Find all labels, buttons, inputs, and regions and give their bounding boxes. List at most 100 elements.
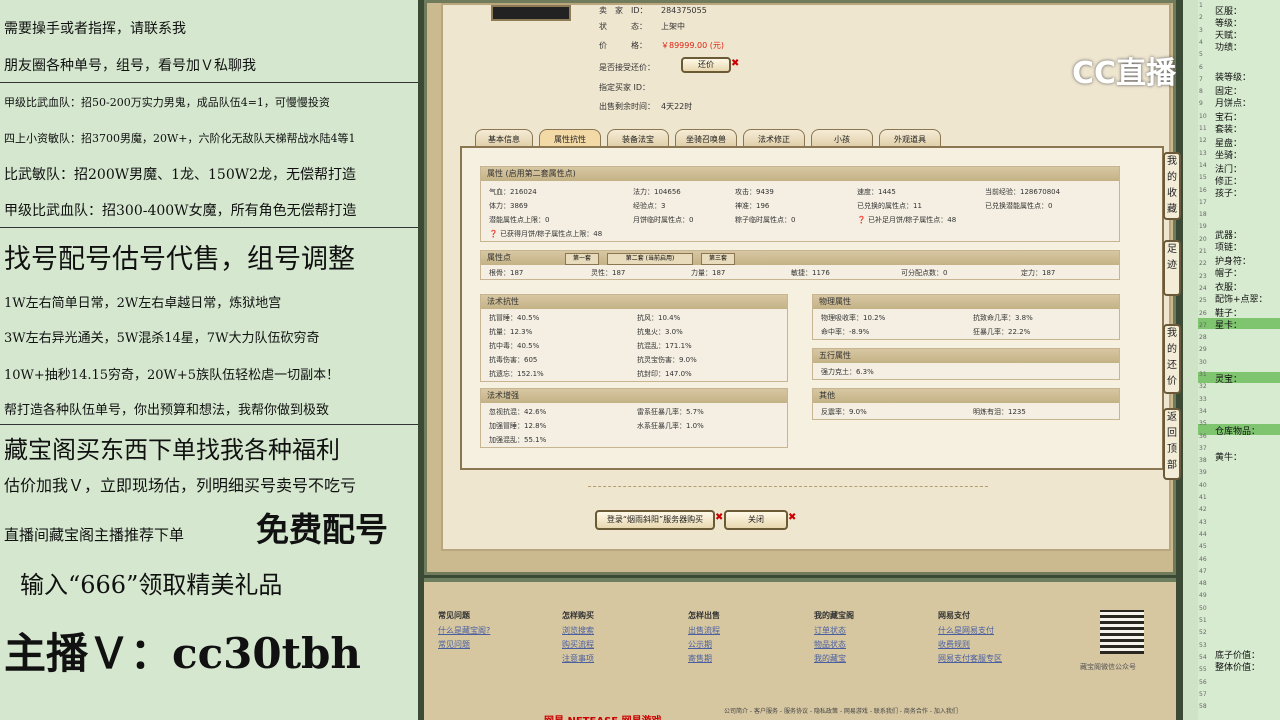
- footer-heading: 我的藏宝阁: [814, 611, 854, 620]
- resist-cell: 抗鬼火：3.0%: [637, 328, 683, 336]
- physical-cell: 命中率：-8.9%: [821, 328, 870, 336]
- row-number: 12: [1199, 137, 1207, 145]
- footer-col: 网易支付 什么是网易支付 收费规则 网易支付客服专区: [938, 610, 1002, 664]
- row-number: 28: [1199, 334, 1207, 342]
- divider: [0, 424, 418, 425]
- attr-cell: 粽子临时属性点：0: [735, 216, 796, 224]
- physical-cell: 狂暴几率：22.2%: [973, 328, 1031, 336]
- bottom-links[interactable]: 公司简介 - 客户服务 - 服务协议 - 隐私政策 - 网易游戏 - 联系我们 …: [724, 706, 958, 715]
- row-number: 56: [1199, 678, 1207, 686]
- row-number: 13: [1199, 149, 1207, 157]
- section-header: 五行属性: [813, 349, 1119, 363]
- promo-panel: 需要操手或者指挥，请联系我 朋友圈各种单号，组号，看号加Ｖ私聊我 甲级比武血队：…: [0, 0, 418, 720]
- five-cell: 强力克土：6.3%: [821, 368, 874, 376]
- row-number: 29: [1199, 346, 1207, 354]
- row-number: 37: [1199, 444, 1207, 452]
- row-number: 49: [1199, 592, 1207, 600]
- resist-cell: 抗风：10.4%: [637, 314, 681, 322]
- row-number: 41: [1199, 494, 1207, 501]
- footer-link[interactable]: 什么是网易支付: [938, 625, 1002, 636]
- footer-link[interactable]: 浏览搜索: [562, 625, 594, 636]
- valuation-label: 套装：: [1215, 125, 1243, 135]
- footer-link[interactable]: 公示期: [688, 639, 720, 650]
- valuation-label: 仓库物品：: [1215, 427, 1261, 437]
- row-number: 22: [1199, 260, 1207, 268]
- row-number: 32: [1199, 383, 1207, 391]
- attr-cell: 攻击：9439: [735, 188, 774, 196]
- my-bargains-button[interactable]: 我的还价: [1163, 324, 1181, 394]
- promo-line: 1W左右简单日常，2W左右卓越日常，炼狱地宫: [4, 296, 282, 311]
- row-number: 43: [1199, 518, 1207, 526]
- row-number: 40: [1199, 481, 1207, 489]
- row-number: 44: [1199, 530, 1207, 538]
- row-number: 3: [1199, 26, 1203, 34]
- attr-cell: 已兑换的属性点：11: [857, 202, 922, 210]
- footer-link[interactable]: 物品状态: [814, 639, 854, 650]
- time-label: 出售剩余时间：: [599, 102, 655, 111]
- row-number: 50: [1199, 604, 1207, 612]
- section-header: 物理属性: [813, 295, 1119, 309]
- attr-note: ❓ 已获得月饼/粽子属性点上限：48: [489, 230, 603, 238]
- row-number: 14: [1199, 161, 1207, 169]
- footer-link[interactable]: 网易支付客服专区: [938, 653, 1002, 664]
- attr-cell: ❓ 已补足月饼/粽子属性点：48: [857, 216, 957, 224]
- attr-cell-text: 已补足月饼/粽子属性点：48: [867, 216, 957, 224]
- valuation-label: 配饰+点翠：: [1215, 295, 1268, 305]
- footer-link[interactable]: 什么是藏宝阁?: [438, 625, 490, 636]
- footer-heading: 怎样购买: [562, 611, 594, 620]
- section-header: 属性 (启用第二套属性点): [481, 167, 1119, 181]
- resist-cell: 抗封印：147.0%: [637, 370, 692, 378]
- row-number: 11: [1199, 125, 1207, 132]
- other-cell: 明炼有泪：1235: [973, 408, 1026, 416]
- row-number: 36: [1199, 432, 1207, 440]
- resist-cell: 抗毒伤害：605: [489, 356, 538, 364]
- tab-set-1[interactable]: 第一套: [565, 253, 599, 265]
- divider: [0, 82, 418, 83]
- row-number: 10: [1199, 112, 1207, 120]
- history-button[interactable]: 足迹: [1163, 240, 1181, 296]
- footer-heading: 网易支付: [938, 611, 970, 620]
- status-value: 上架中: [661, 22, 685, 31]
- bargain-button[interactable]: 还价: [681, 57, 731, 73]
- physical-cell: 抗致命几率：3.8%: [973, 314, 1033, 322]
- five-element-section: 五行属性 强力克土：6.3%: [812, 348, 1120, 380]
- close-icon: ✖: [731, 58, 740, 69]
- valuation-label: 孩子：: [1215, 189, 1243, 199]
- physical-cell: 物理吸收率：10.2%: [821, 314, 886, 322]
- promo-line: 四上小资敏队：招3700男魔，20W+，六阶化无敌队天梯帮战水陆4等1: [4, 132, 356, 145]
- row-number: 57: [1199, 690, 1207, 698]
- valuation-label: 灵宝：: [1215, 375, 1243, 385]
- resist-cell: 抗混乱：171.1%: [637, 342, 692, 350]
- login-buy-button[interactable]: 登录“烟雨斜阳”服务器购买: [595, 510, 715, 530]
- enhance-cell: 加强冒睡：12.8%: [489, 422, 547, 430]
- resist-cell: 抗中毒：40.5%: [489, 342, 540, 350]
- back-to-top-button[interactable]: 返回顶部: [1163, 408, 1181, 480]
- footer-link[interactable]: 寄售期: [688, 653, 720, 664]
- valuation-label: 整体价值：: [1215, 663, 1261, 673]
- close-button[interactable]: 关闭: [724, 510, 788, 530]
- footer-col: 我的藏宝阁 订单状态 物品状态 我的藏宝: [814, 610, 854, 664]
- tab-set-2[interactable]: 第二套 (当前启用): [607, 253, 693, 265]
- footer-link[interactable]: 订单状态: [814, 625, 854, 636]
- favorites-button[interactable]: 我的收藏: [1163, 152, 1181, 220]
- resist-cell: 抗冒睡：40.5%: [489, 314, 540, 322]
- tab-set-3[interactable]: 第三套: [701, 253, 735, 265]
- row-number: 27: [1199, 321, 1207, 329]
- attr-cell: 体力：3869: [489, 202, 528, 210]
- footer-link[interactable]: 常见问题: [438, 639, 490, 650]
- attribute-section: 属性 (启用第二套属性点) 气血：216024 法力：104656 攻击：943…: [480, 166, 1120, 242]
- footer-link[interactable]: 收费规则: [938, 639, 1002, 650]
- row-number: 5: [1199, 51, 1203, 59]
- row-number: 47: [1199, 567, 1207, 575]
- resist-cell: 抗灵宝伤害：9.0%: [637, 356, 697, 364]
- valuation-label: 功绩：: [1215, 43, 1243, 53]
- valuation-label: 项链：: [1215, 243, 1243, 253]
- footer-link[interactable]: 出售流程: [688, 625, 720, 636]
- enhance-section: 法术增强 忽视抗混：42.6% 雷系狂暴几率：5.7% 加强冒睡：12.8% 水…: [480, 388, 788, 448]
- row-number: 33: [1199, 395, 1207, 403]
- footer-link[interactable]: 我的藏宝: [814, 653, 854, 664]
- enhance-cell: 雷系狂暴几率：5.7%: [637, 408, 704, 416]
- footer-link[interactable]: 购买流程: [562, 639, 594, 650]
- streamer-contact: 主播Ｖ：cc30tbh: [4, 629, 361, 678]
- footer-link[interactable]: 注意事项: [562, 653, 594, 664]
